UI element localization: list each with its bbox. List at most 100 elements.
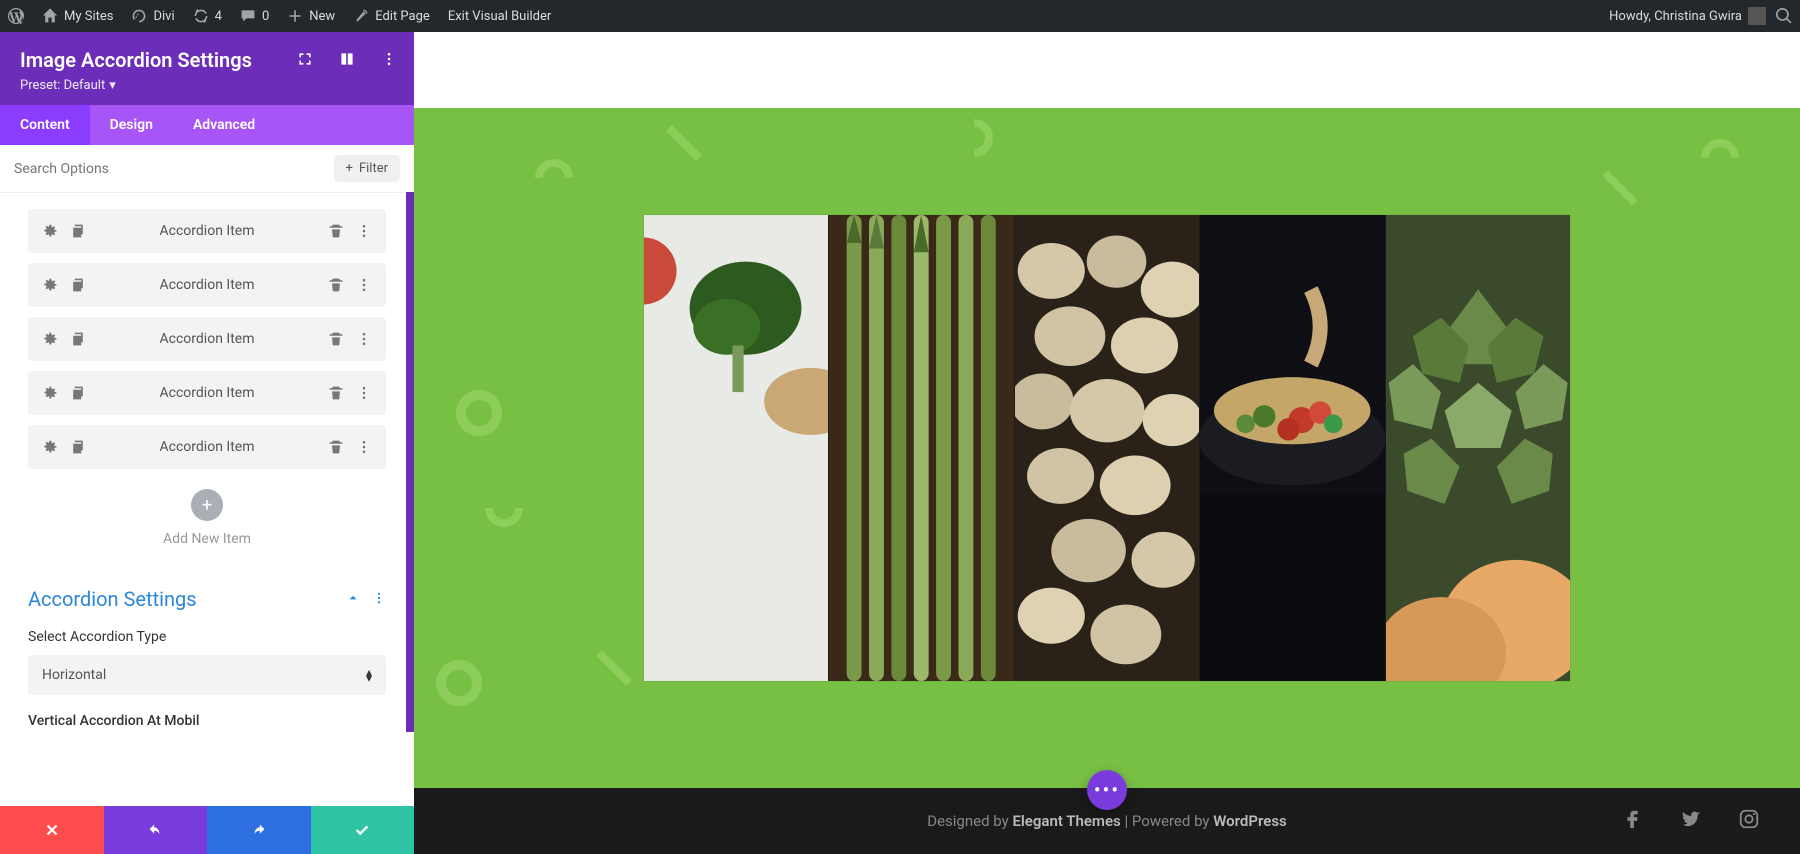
gear-icon[interactable] <box>42 439 58 455</box>
user-menu[interactable]: Howdy, Christina Gwira <box>1609 7 1766 25</box>
gear-icon[interactable] <box>42 223 58 239</box>
my-sites-label: My Sites <box>64 9 113 24</box>
panel-actions <box>0 806 414 854</box>
howdy-label: Howdy, Christina Gwira <box>1609 9 1742 24</box>
caret-down-icon: ▾ <box>109 78 116 93</box>
accordion-pane[interactable] <box>1014 215 1199 681</box>
site-menu[interactable]: Divi <box>131 8 174 24</box>
save-button[interactable] <box>311 806 415 854</box>
item-label: Accordion Item <box>86 277 328 293</box>
trash-icon[interactable] <box>328 439 344 455</box>
search-row: +Filter <box>0 145 414 193</box>
builder-fab[interactable]: ••• <box>1087 770 1127 810</box>
footer-link-wp[interactable]: WordPress <box>1213 812 1287 830</box>
snap-icon[interactable] <box>338 50 356 68</box>
search-icon <box>1776 8 1792 24</box>
expand-icon[interactable] <box>296 50 314 68</box>
accordion-pane[interactable] <box>1385 215 1570 681</box>
plus-icon <box>287 8 303 24</box>
trash-icon[interactable] <box>328 223 344 239</box>
collapse-icon[interactable] <box>346 590 360 609</box>
duplicate-icon[interactable] <box>70 439 86 455</box>
updates-menu[interactable]: 4 <box>193 8 222 24</box>
trash-icon[interactable] <box>328 331 344 347</box>
item-label: Accordion Item <box>86 331 328 347</box>
preset-selector[interactable]: Preset: Default▾ <box>20 78 394 93</box>
page-footer: ••• Designed by Elegant Themes | Powered… <box>414 788 1800 854</box>
edit-page-menu[interactable]: Edit Page <box>353 8 430 24</box>
filter-button[interactable]: +Filter <box>334 155 400 182</box>
my-sites-menu[interactable]: My Sites <box>42 8 113 24</box>
field-label-cutoff: Vertical Accordion At Mobil <box>14 695 400 729</box>
accordion-pane[interactable] <box>644 215 828 681</box>
preview-area: ••• Designed by Elegant Themes | Powered… <box>414 32 1800 854</box>
image-accordion[interactable] <box>644 215 1570 681</box>
wp-logo[interactable] <box>8 8 24 24</box>
tab-design[interactable]: Design <box>90 105 173 145</box>
panel-tabs: Content Design Advanced <box>0 105 414 145</box>
section-title: Accordion Settings <box>28 587 346 611</box>
accordion-item-row[interactable]: Accordion Item <box>28 209 386 253</box>
footer-text: Designed by <box>927 812 1012 830</box>
add-item-button[interactable]: + <box>191 489 223 521</box>
tab-content[interactable]: Content <box>0 105 90 145</box>
accordion-item-row[interactable]: Accordion Item <box>28 317 386 361</box>
trash-icon[interactable] <box>328 277 344 293</box>
more-icon[interactable] <box>356 385 372 401</box>
food-image-asparagus <box>829 215 1013 681</box>
social-links <box>1622 808 1760 834</box>
more-icon[interactable] <box>380 50 398 68</box>
undo-button[interactable] <box>104 806 208 854</box>
food-image-artichoke <box>1386 215 1570 681</box>
footer-text: | Powered by <box>1121 812 1214 830</box>
search-toggle[interactable] <box>1776 8 1792 24</box>
accordion-item-row[interactable]: Accordion Item <box>28 371 386 415</box>
comments-menu[interactable]: 0 <box>240 8 269 24</box>
duplicate-icon[interactable] <box>70 331 86 347</box>
accordion-pane[interactable] <box>828 215 1013 681</box>
item-label: Accordion Item <box>86 439 328 455</box>
comments-count: 0 <box>262 9 269 24</box>
select-caret-icon: ▴▾ <box>366 669 372 681</box>
instagram-icon[interactable] <box>1738 808 1760 834</box>
accordion-type-select[interactable]: Horizontal ▴▾ <box>28 655 386 695</box>
updates-count: 4 <box>215 9 222 24</box>
food-image-broccoli <box>644 215 828 681</box>
more-icon[interactable] <box>356 439 372 455</box>
food-image-bowl <box>1200 215 1384 681</box>
wordpress-icon <box>8 8 24 24</box>
gear-icon[interactable] <box>42 331 58 347</box>
new-menu[interactable]: New <box>287 8 335 24</box>
tab-advanced[interactable]: Advanced <box>173 105 275 145</box>
more-icon[interactable] <box>356 277 372 293</box>
duplicate-icon[interactable] <box>70 223 86 239</box>
pencil-icon <box>353 8 369 24</box>
new-label: New <box>309 9 335 24</box>
field-label-type: Select Accordion Type <box>28 629 386 645</box>
footer-link-et[interactable]: Elegant Themes <box>1012 812 1120 830</box>
panel-body: Accordion Item Accordion Item Accordion … <box>0 193 414 806</box>
add-item-label: Add New Item <box>14 531 400 547</box>
close-button[interactable] <box>0 806 104 854</box>
gear-icon[interactable] <box>42 385 58 401</box>
exit-visual-builder[interactable]: Exit Visual Builder <box>448 9 551 24</box>
duplicate-icon[interactable] <box>70 277 86 293</box>
duplicate-icon[interactable] <box>70 385 86 401</box>
accordion-item-row[interactable]: Accordion Item <box>28 425 386 469</box>
panel-header: Image Accordion Settings Preset: Default… <box>0 32 414 105</box>
more-icon[interactable] <box>356 331 372 347</box>
redo-button[interactable] <box>207 806 311 854</box>
gear-icon[interactable] <box>42 277 58 293</box>
scrollbar[interactable] <box>406 192 414 732</box>
food-image-potatoes <box>1015 215 1199 681</box>
twitter-icon[interactable] <box>1680 808 1702 834</box>
facebook-icon[interactable] <box>1622 808 1644 834</box>
search-input[interactable] <box>14 161 334 177</box>
accordion-pane[interactable] <box>1199 215 1384 681</box>
item-label: Accordion Item <box>86 223 328 239</box>
more-icon[interactable] <box>356 223 372 239</box>
refresh-icon <box>193 8 209 24</box>
more-icon[interactable] <box>372 590 386 609</box>
trash-icon[interactable] <box>328 385 344 401</box>
accordion-item-row[interactable]: Accordion Item <box>28 263 386 307</box>
